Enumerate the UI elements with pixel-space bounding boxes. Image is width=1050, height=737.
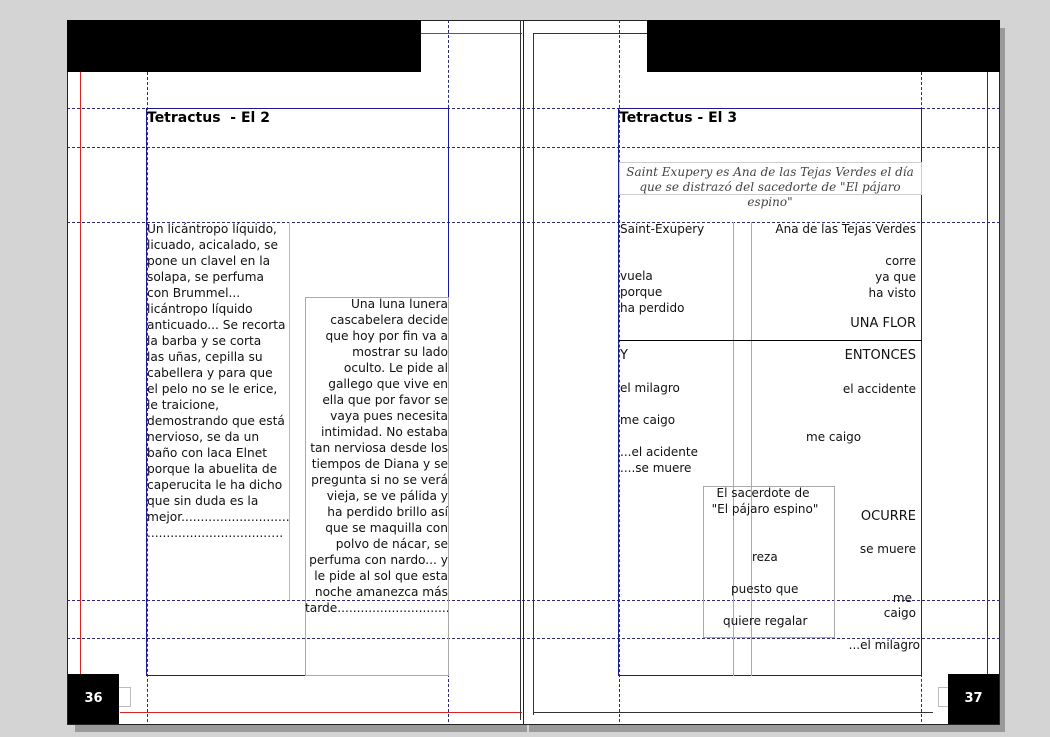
vuela-text[interactable]: vuela bbox=[620, 268, 653, 284]
right-page-number: 37 bbox=[948, 674, 999, 724]
text-line: con Brummel... bbox=[147, 286, 241, 300]
una-flor-text[interactable]: UNA FLOR bbox=[800, 316, 916, 332]
right-inner-line bbox=[987, 72, 988, 712]
text-line: Una luna lunera bbox=[351, 297, 448, 311]
bottom-inner-line bbox=[533, 712, 933, 713]
text-line: la barba y se corta bbox=[147, 334, 262, 348]
right-page-heading[interactable]: Tetractus - El 3 bbox=[619, 110, 737, 126]
text-line: Un licántropo líquido, bbox=[147, 222, 277, 236]
porque-text[interactable]: porque bbox=[620, 284, 662, 300]
text-line: tarde...................................… bbox=[305, 601, 448, 615]
text-line: pone un clavel en la bbox=[147, 254, 271, 268]
text-line: cabellera y para que bbox=[147, 366, 273, 380]
text-line: ha perdido brillo así bbox=[327, 505, 448, 519]
moon-box-text[interactable]: Una luna lunera cascabelera decide que hoy… bbox=[305, 296, 448, 616]
text-line: vaya pues necesita bbox=[330, 409, 448, 423]
quiere-regalar-text[interactable]: quiere regalar bbox=[723, 613, 807, 629]
text-line: solapa, se perfuma bbox=[147, 270, 264, 284]
el-milagro-text[interactable]: el milagro bbox=[620, 380, 680, 396]
text-line: nervioso, se da un bbox=[147, 430, 260, 444]
text-line: que hoy por fin va a bbox=[325, 329, 448, 343]
text-line: pregunta si no se verá bbox=[311, 473, 448, 487]
text-line: le traicione, bbox=[147, 398, 220, 412]
me-caigo-left-text[interactable]: me caigo bbox=[620, 412, 675, 428]
me-text[interactable]: me bbox=[880, 590, 912, 606]
text-line: tiempos de Diana y se bbox=[311, 457, 448, 471]
text-line: demostrando que está bbox=[147, 414, 285, 428]
spine-line-right bbox=[533, 33, 534, 715]
left-page-number: 36 bbox=[68, 674, 119, 724]
left-header-bar bbox=[67, 20, 421, 72]
ha-visto-text[interactable]: ha visto bbox=[830, 285, 916, 301]
el-milagro-end-text[interactable]: ...el milagro bbox=[830, 637, 920, 653]
text-line: perfuma con nardo... y bbox=[309, 553, 448, 567]
text-line: que se maquilla con bbox=[325, 521, 448, 535]
text-line: anticuado... Se recorta bbox=[147, 318, 286, 332]
table-hline-340 bbox=[619, 340, 922, 341]
top-inner-line bbox=[533, 33, 647, 34]
ana-tejas-label[interactable]: Ana de las Tejas Verdes bbox=[766, 221, 916, 237]
text-line: caperucita le ha dicho bbox=[147, 478, 283, 492]
text-line: intimidad. No estaba bbox=[321, 425, 448, 439]
ocurre-text[interactable]: OCURRE bbox=[840, 509, 916, 525]
text-line: ...............................…. bbox=[147, 526, 284, 540]
text-line: tan nerviosa desde los bbox=[310, 441, 448, 455]
reza-text[interactable]: reza bbox=[752, 549, 778, 565]
ha-perdido-text[interactable]: ha perdido bbox=[620, 300, 684, 316]
text-line: vieja, se ve pálida y bbox=[326, 489, 448, 503]
left-bleed-line bbox=[80, 72, 81, 712]
text-line: noche amanezca más bbox=[314, 585, 448, 599]
left-column-text[interactable]: Un licántropo líquido, licuado, acicalado… bbox=[147, 221, 289, 541]
left-page-heading[interactable]: Tetractus - El 2 bbox=[147, 110, 270, 126]
text-line: gallego que vive en bbox=[328, 377, 448, 391]
corre-text[interactable]: corre bbox=[830, 253, 916, 269]
left-page-marker bbox=[118, 687, 131, 707]
text-line: porque la abuelita de bbox=[147, 462, 278, 476]
text-line: licántropo líquido bbox=[147, 302, 253, 316]
el-acidente-text[interactable]: ...el acidente bbox=[620, 444, 698, 460]
text-line: cascabelera decide bbox=[330, 313, 448, 327]
text-line: las uñas, cepilla su bbox=[147, 350, 263, 364]
sacerdote-line-1[interactable]: El sacerdote de bbox=[703, 485, 823, 501]
text-line: baño con laca Elnet bbox=[147, 446, 268, 460]
entonces-text[interactable]: ENTONCES bbox=[800, 348, 916, 364]
text-line: mostrar su lado bbox=[352, 345, 448, 359]
right-header-bar bbox=[647, 20, 1000, 72]
bottom-bleed-line bbox=[120, 712, 522, 713]
saint-exupery-label[interactable]: Saint-Exupery bbox=[620, 221, 704, 237]
text-line: polvo de nácar, se bbox=[335, 537, 448, 551]
text-line: el pelo no se le erice, bbox=[147, 382, 278, 396]
sacerdote-line-2[interactable]: "El pájaro espino" bbox=[703, 501, 827, 517]
ya-que-text[interactable]: ya que bbox=[830, 269, 916, 285]
text-line: oculto. Le pide al bbox=[343, 361, 448, 375]
text-line: ella que por favor se bbox=[322, 393, 448, 407]
text-line: le pide al sol que esta bbox=[314, 569, 448, 583]
puesto-que-text[interactable]: puesto que bbox=[731, 581, 798, 597]
se-muere-left-text[interactable]: ....se muere bbox=[620, 460, 691, 476]
text-line: mejor...................................… bbox=[147, 510, 289, 524]
y-text[interactable]: Y bbox=[620, 348, 628, 364]
me-caigo-mid-text[interactable]: me caigo bbox=[806, 429, 861, 445]
text-line: licuado, acicalado, se bbox=[147, 238, 278, 252]
top-bleed-line bbox=[421, 33, 522, 34]
subtitle-frame bbox=[619, 162, 922, 195]
se-muere-right-text[interactable]: se muere bbox=[830, 541, 916, 557]
el-accidente-text[interactable]: el accidente bbox=[800, 381, 916, 397]
spine-line-left bbox=[520, 20, 521, 720]
caigo-text[interactable]: caigo bbox=[860, 605, 916, 621]
text-line: que sin duda es la bbox=[147, 494, 259, 508]
